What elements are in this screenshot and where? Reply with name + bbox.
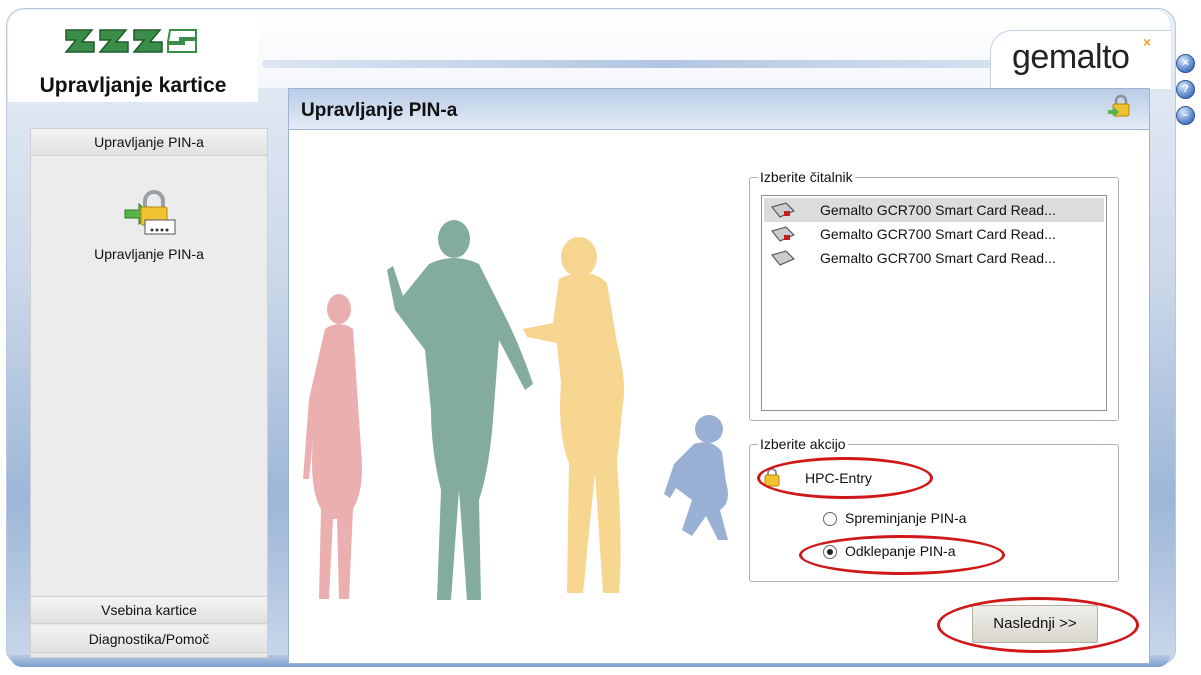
reader-item-label: Gemalto GCR700 Smart Card Read... <box>820 226 1056 242</box>
close-icon[interactable]: × <box>1176 54 1195 73</box>
reader-item-1[interactable]: Gemalto GCR700 Smart Card Read... <box>764 198 1104 222</box>
sidebar-panel: Upravljanje PIN-a <box>31 156 267 596</box>
reader-listbox[interactable]: Gemalto GCR700 Smart Card Read... Gemalt… <box>761 195 1107 411</box>
top-divider <box>262 60 1062 68</box>
reader-item-3[interactable]: Gemalto GCR700 Smart Card Read... <box>764 246 1104 270</box>
card-reader-icon <box>771 250 795 266</box>
next-button[interactable]: Naslednji >> <box>972 605 1098 643</box>
reader-item-2[interactable]: Gemalto GCR700 Smart Card Read... <box>764 222 1104 246</box>
action-group-legend: Izberite akcijo <box>758 436 848 452</box>
family-illustration <box>303 220 728 600</box>
main-panel: Upravljanje PIN-a Izberite čitalnik Gema… <box>288 88 1150 664</box>
card-reader-icon <box>771 202 795 218</box>
lock-icon <box>1108 94 1130 117</box>
minimize-icon[interactable]: – <box>1176 106 1195 125</box>
lock-icon <box>764 468 780 487</box>
radio-unlock-pin[interactable] <box>823 545 837 559</box>
reader-item-label: Gemalto GCR700 Smart Card Read... <box>820 202 1056 218</box>
reader-group-legend: Izberite čitalnik <box>758 169 855 185</box>
reader-item-label: Gemalto GCR700 Smart Card Read... <box>820 250 1056 266</box>
page-title: Upravljanje PIN-a <box>301 100 458 121</box>
radio-change-pin[interactable] <box>823 512 837 526</box>
brand-star-icon: × <box>1143 34 1152 50</box>
sidebar-item-card-contents[interactable]: Vsebina kartice <box>31 596 267 624</box>
app-title: Upravljanje kartice <box>39 74 227 97</box>
app-logo <box>64 29 197 53</box>
radio-change-pin-label[interactable]: Spreminjanje PIN-a <box>845 510 966 526</box>
card-reader-icon <box>771 226 795 242</box>
lock-card-icon[interactable] <box>123 190 177 236</box>
sidebar-item-pin-management[interactable]: Upravljanje PIN-a <box>31 129 267 156</box>
radio-unlock-pin-label[interactable]: Odklepanje PIN-a <box>845 543 956 559</box>
card-name: HPC-Entry <box>805 470 872 486</box>
help-icon[interactable]: ? <box>1176 80 1195 99</box>
sidebar: Upravljanje PIN-a Upravljanje PIN-a Vseb… <box>30 128 268 658</box>
sidebar-link-pin-management[interactable]: Upravljanje PIN-a <box>31 246 267 262</box>
sidebar-item-diagnostics-help[interactable]: Diagnostika/Pomoč <box>31 626 267 653</box>
brand-logo: gemalto <box>1012 38 1130 76</box>
main-header: Upravljanje PIN-a <box>289 89 1149 130</box>
